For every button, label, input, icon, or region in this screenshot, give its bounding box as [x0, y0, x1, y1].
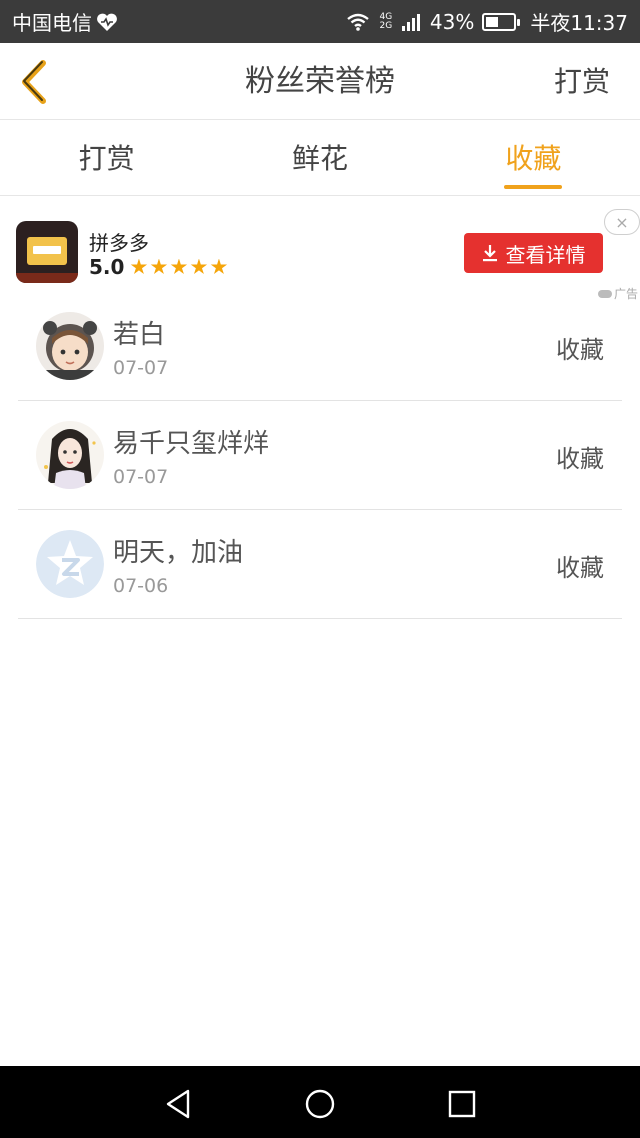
battery-fill [486, 16, 498, 27]
star-icon [170, 258, 188, 274]
status-right: 4G 2G 43% 半夜11:37 [346, 7, 628, 36]
close-icon: × [615, 212, 629, 232]
item-date: 07-07 [113, 357, 169, 379]
nav-back-button[interactable] [158, 1084, 198, 1124]
page-title: 粉丝荣誉榜 [245, 64, 395, 99]
header-bar: 粉丝荣誉榜 打赏 [0, 43, 640, 120]
user-name: 若白 [113, 320, 166, 350]
battery-icon [482, 12, 521, 31]
item-type: 收藏 [556, 445, 604, 473]
user-name: 易千只玺烊烊 [113, 429, 270, 459]
avatar [36, 530, 104, 598]
ad-app-name: 拼多多 [89, 231, 149, 255]
chevron-left-icon [22, 60, 46, 104]
ad-close-button[interactable]: × [604, 209, 640, 235]
clock: 半夜11:37 [530, 11, 628, 35]
rating-stars [130, 258, 228, 276]
nav-recents-button[interactable] [442, 1084, 482, 1124]
status-left: 中国电信 [12, 7, 118, 36]
rating-score: 5.0 [89, 255, 125, 279]
view-details-button[interactable]: 查看详情 [464, 233, 603, 273]
carrier-label: 中国电信 [12, 11, 92, 35]
heart-icon [97, 13, 117, 31]
triangle-back-icon [166, 1089, 190, 1119]
reward-button[interactable]: 打赏 [554, 43, 610, 120]
list-item[interactable]: 若白 07-07 收藏 [18, 292, 622, 401]
tab-reward[interactable]: 打赏 [0, 121, 213, 195]
download-icon [482, 245, 497, 262]
item-date: 07-07 [113, 466, 169, 488]
view-details-label: 查看详情 [505, 242, 586, 267]
item-date: 07-06 [113, 575, 169, 597]
tab-flowers[interactable]: 鲜花 [213, 121, 426, 195]
app-icon [16, 221, 78, 283]
user-name: 明天，加油 [113, 538, 244, 568]
tab-favorites[interactable]: 收藏 [427, 121, 640, 195]
star-icon [190, 258, 208, 274]
tab-bar: 打赏 鲜花 收藏 [0, 121, 640, 196]
battery-percent: 43% [429, 9, 475, 34]
nav-home-button[interactable] [300, 1084, 340, 1124]
qzone-star-avatar-icon [36, 530, 104, 598]
square-recents-icon [448, 1090, 476, 1118]
back-button[interactable] [14, 57, 54, 107]
cartoon-boy-avatar-icon [36, 312, 104, 380]
avatar [36, 312, 104, 380]
item-type: 收藏 [556, 554, 604, 582]
favorites-list: 若白 07-07 收藏 易千只玺烊烊 07-07 收藏 明天，加油 07-06 … [18, 292, 622, 619]
status-bar: 中国电信 4G 2G 43% 半夜11:37 [0, 0, 640, 43]
system-nav-bar [0, 1066, 640, 1138]
item-type: 收藏 [556, 336, 604, 364]
avatar [36, 421, 104, 489]
signal-icon [401, 13, 420, 31]
network-type: 4G 2G [379, 11, 393, 31]
circle-home-icon [305, 1089, 335, 1119]
star-icon [150, 258, 168, 274]
wifi-icon [347, 13, 369, 31]
list-item[interactable]: 明天，加油 07-06 收藏 [18, 510, 622, 619]
star-icon [130, 258, 148, 274]
list-item[interactable]: 易千只玺烊烊 07-07 收藏 [18, 401, 622, 510]
star-icon [210, 258, 228, 274]
anime-girl-avatar-icon [36, 421, 104, 489]
ad-rating: 5.0 [89, 255, 228, 279]
ad-banner[interactable]: 拼多多 5.0 查看详情 × 广告 [0, 197, 640, 305]
